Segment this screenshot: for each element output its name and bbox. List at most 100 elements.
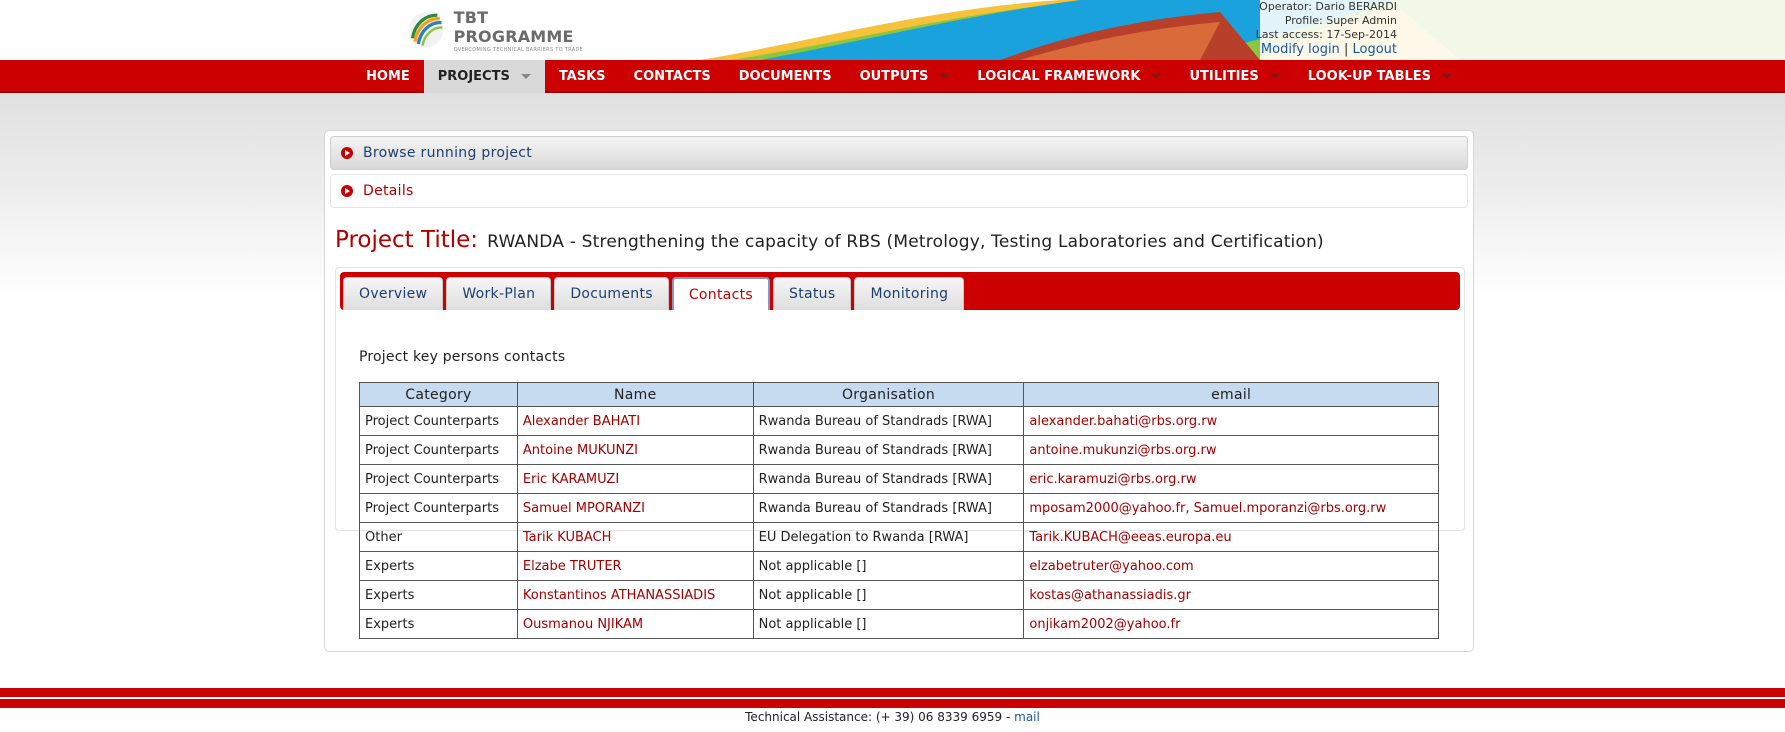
cell-email-link[interactable]: eric.karamuzi@rbs.org.rw — [1023, 464, 1439, 494]
tab-contacts[interactable]: Contacts — [671, 277, 771, 310]
technical-assistance-text: Technical Assistance: (+ 39) 06 8339 695… — [745, 710, 1011, 724]
nav-tasks[interactable]: TASKS — [545, 60, 620, 93]
logo-title: TBT PROGRAMME — [453, 7, 574, 46]
cell-category: Project Counterparts — [359, 435, 518, 465]
cell-organisation: EU Delegation to Rwanda [RWA] — [752, 522, 1025, 552]
link-separator: | — [1343, 42, 1349, 57]
cell-category: Experts — [359, 580, 518, 610]
nav-utilities[interactable]: UTILITIES — [1175, 60, 1293, 93]
last-access: Last access: 17-Sep-2014 — [1255, 28, 1397, 41]
cell-email-link[interactable]: kostas@athanassiadis.gr — [1023, 580, 1439, 610]
cell-name-link[interactable]: Tarik KUBACH — [516, 522, 754, 552]
nav-label: OUTPUTS — [859, 69, 929, 84]
nav-label: DOCUMENTS — [738, 69, 832, 84]
caret-down-icon — [1269, 74, 1280, 79]
cell-organisation: Rwanda Bureau of Standrads [RWA] — [752, 435, 1025, 465]
tab-monitoring[interactable]: Monitoring — [854, 277, 965, 310]
accordion-label: Browse running project — [363, 145, 533, 161]
operator-info: Operator: Dario BERARDI Profile: Super A… — [1256, 0, 1397, 58]
contacts-table: Category Name Organisation email Project… — [359, 382, 1439, 639]
nav-label: PROJECTS — [437, 69, 510, 84]
cell-organisation: Not applicable [] — [752, 580, 1025, 610]
cell-email-link[interactable]: Tarik.KUBACH@eeas.europa.eu — [1023, 522, 1439, 552]
accordion-label: Details — [363, 183, 414, 199]
cell-category: Project Counterparts — [359, 406, 518, 436]
logo-subtitle: OVERCOMING TECHNICAL BARRIERS TO TRADE — [453, 46, 584, 53]
arrow-circle-icon — [341, 185, 353, 197]
caret-down-icon — [520, 74, 531, 79]
cell-email-link[interactable]: elzabetruter@yahoo.com — [1023, 551, 1439, 581]
caret-down-icon — [939, 74, 950, 79]
table-row: Project Counterparts Samuel MPORANZI Rwa… — [359, 493, 1439, 523]
project-title-label: Project Title: — [335, 227, 479, 253]
cell-name-link[interactable]: Eric KARAMUZI — [516, 464, 754, 494]
cell-organisation: Rwanda Bureau of Standrads [RWA] — [752, 493, 1025, 523]
nav-label: HOME — [366, 69, 410, 84]
column-header-category: Category — [359, 382, 518, 407]
cell-organisation: Not applicable [] — [752, 609, 1025, 639]
footer: Technical Assistance: (+ 39) 06 8339 695… — [0, 710, 1785, 724]
operator-profile: Profile: Super Admin — [1284, 14, 1397, 27]
caret-down-icon — [1442, 74, 1453, 79]
tab-status[interactable]: Status — [773, 277, 852, 310]
cell-email-link[interactable]: antoine.mukunzi@rbs.org.rw — [1023, 435, 1439, 465]
project-title: Project Title: RWANDA - Strengthening th… — [335, 227, 1324, 253]
project-title-value: RWANDA - Strengthening the capacity of R… — [487, 232, 1324, 252]
nav-label: TASKS — [558, 69, 606, 84]
cell-organisation: Rwanda Bureau of Standrads [RWA] — [752, 464, 1025, 494]
table-row: Project Counterparts Alexander BAHATI Rw… — [359, 406, 1439, 436]
cell-email-link[interactable]: mposam2000@yahoo.fr, Samuel.mporanzi@rbs… — [1023, 493, 1439, 523]
mail-link[interactable]: mail — [1014, 710, 1040, 724]
modify-login-link[interactable]: Modify login — [1261, 42, 1340, 57]
table-row: Experts Konstantinos ATHANASSIADIS Not a… — [359, 580, 1439, 610]
main-nav: HOME PROJECTS TASKS CONTACTS DOCUMENTS O… — [0, 60, 1785, 93]
cell-category: Project Counterparts — [359, 493, 518, 523]
cell-category: Other — [359, 522, 518, 552]
column-header-name: Name — [516, 382, 754, 407]
tab-overview[interactable]: Overview — [343, 277, 444, 310]
tbt-logo[interactable]: TBT PROGRAMME OVERCOMING TECHNICAL BARRI… — [406, 4, 586, 56]
nav-outputs[interactable]: OUTPUTS — [846, 60, 964, 93]
nav-contacts[interactable]: CONTACTS — [620, 60, 725, 93]
nav-logical-framework[interactable]: LOGICAL FRAMEWORK — [963, 60, 1175, 93]
table-row: Project Counterparts Eric KARAMUZI Rwand… — [359, 464, 1439, 494]
cell-category: Experts — [359, 551, 518, 581]
footer-bar-top — [0, 688, 1785, 697]
tab-work-plan[interactable]: Work-Plan — [446, 277, 552, 310]
footer-bar-bottom — [0, 699, 1785, 708]
cell-name-link[interactable]: Antoine MUKUNZI — [516, 435, 754, 465]
main-panel: Browse running project Details Project T… — [324, 130, 1474, 652]
logo-globe-icon — [408, 12, 444, 48]
nav-documents[interactable]: DOCUMENTS — [725, 60, 846, 93]
cell-category: Experts — [359, 609, 518, 639]
nav-projects[interactable]: PROJECTS — [423, 60, 545, 93]
contacts-caption: Project key persons contacts — [359, 349, 566, 365]
tab-documents[interactable]: Documents — [554, 277, 669, 310]
column-header-email: email — [1023, 382, 1439, 407]
nav-home[interactable]: HOME — [352, 60, 424, 93]
cell-email-link[interactable]: alexander.bahati@rbs.org.rw — [1023, 406, 1439, 436]
table-row: Experts Ousmanou NJIKAM Not applicable [… — [359, 609, 1439, 639]
cell-name-link[interactable]: Ousmanou NJIKAM — [516, 609, 754, 639]
cell-name-link[interactable]: Elzabe TRUTER — [516, 551, 754, 581]
logout-link[interactable]: Logout — [1352, 42, 1397, 57]
cell-name-link[interactable]: Samuel MPORANZI — [516, 493, 754, 523]
accordion-details[interactable]: Details — [330, 174, 1468, 208]
nav-label: LOOK-UP TABLES — [1307, 69, 1432, 84]
nav-label: UTILITIES — [1189, 69, 1259, 84]
operator-name: Operator: Dario BERARDI — [1259, 0, 1397, 13]
header-banner-graphic — [700, 0, 1785, 60]
table-row: Project Counterparts Antoine MUKUNZI Rwa… — [359, 435, 1439, 465]
cell-name-link[interactable]: Konstantinos ATHANASSIADIS — [516, 580, 754, 610]
cell-email-link[interactable]: onjikam2002@yahoo.fr — [1023, 609, 1439, 639]
cell-organisation: Not applicable [] — [752, 551, 1025, 581]
nav-label: CONTACTS — [633, 69, 711, 84]
arrow-circle-icon — [341, 147, 353, 159]
header: TBT PROGRAMME OVERCOMING TECHNICAL BARRI… — [0, 0, 1785, 60]
table-row: Other Tarik KUBACH EU Delegation to Rwan… — [359, 522, 1439, 552]
caret-down-icon — [1151, 74, 1162, 79]
cell-name-link[interactable]: Alexander BAHATI — [516, 406, 754, 436]
accordion-browse-running-project[interactable]: Browse running project — [330, 136, 1468, 170]
column-header-organisation: Organisation — [752, 382, 1025, 407]
nav-look-up-tables[interactable]: LOOK-UP TABLES — [1294, 60, 1466, 93]
